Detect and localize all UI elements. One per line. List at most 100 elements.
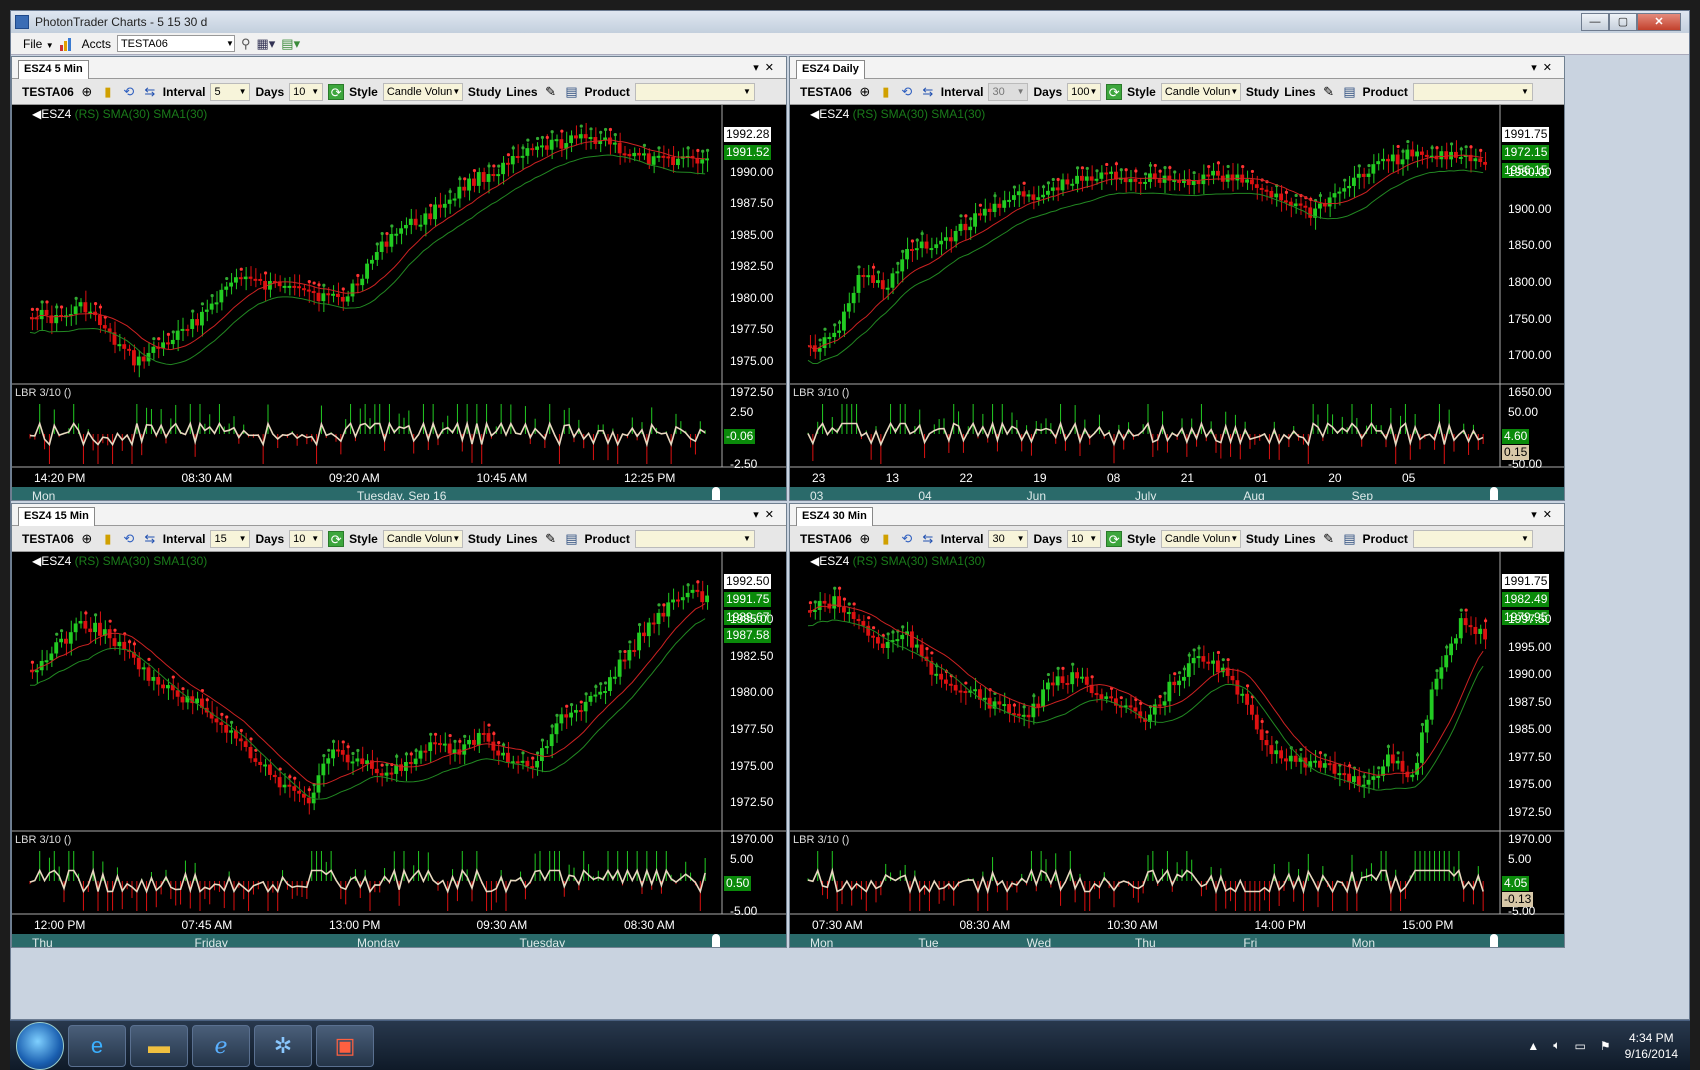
panel-account[interactable]: TESTA06 — [800, 85, 852, 99]
lines-menu[interactable]: Lines — [1284, 85, 1315, 99]
days-input[interactable]: 10 ▼ — [289, 82, 324, 101]
arrows-icon[interactable]: ⇆ — [142, 84, 158, 100]
chart-canvas[interactable] — [790, 552, 1565, 948]
panel-account[interactable]: TESTA06 — [22, 532, 74, 546]
search-icon[interactable]: ⚲ — [241, 36, 251, 52]
arrows-icon[interactable]: ⇆ — [920, 84, 936, 100]
days-input[interactable]: 10 ▼ — [1067, 529, 1102, 548]
panel-tab-controls[interactable]: ▾✕ — [753, 508, 780, 521]
app-gear-icon[interactable]: ✲ — [254, 1024, 312, 1067]
study-menu[interactable]: Study — [1246, 532, 1279, 546]
product-icon[interactable]: ▤ — [564, 531, 580, 547]
product-select[interactable]: ▼ — [634, 529, 755, 548]
panel-tab-controls[interactable]: ▾✕ — [753, 61, 780, 74]
sync-icon[interactable]: ⟲ — [899, 84, 915, 100]
scroll-handle[interactable] — [1490, 487, 1498, 500]
flag-icon[interactable]: ⚑ — [1600, 1039, 1611, 1053]
style-select[interactable]: Candle Volun ▼ — [382, 529, 463, 548]
account-select[interactable]: TESTA06 ▼ — [116, 35, 235, 52]
browser-icon[interactable]: ℯ — [192, 1024, 250, 1067]
bars-icon[interactable]: ▮ — [878, 84, 894, 100]
lines-menu[interactable]: Lines — [506, 532, 537, 546]
refresh-icon[interactable]: ⟳ — [1106, 83, 1123, 100]
product-select[interactable]: ▼ — [1412, 82, 1533, 101]
study-menu[interactable]: Study — [468, 532, 501, 546]
pencil-icon[interactable]: ✎ — [543, 84, 559, 100]
arrows-icon[interactable]: ⇆ — [920, 531, 936, 547]
file-menu[interactable]: File ▼ — [23, 37, 54, 51]
interval-input[interactable]: 15 ▼ — [210, 529, 251, 548]
days-input[interactable]: 100 ▼ — [1067, 82, 1102, 101]
interval-input[interactable]: 30 ▼ — [988, 82, 1029, 101]
sync-icon[interactable]: ⟲ — [899, 531, 915, 547]
chart-panel-4[interactable]: ESZ4 30 Min ▾✕ TESTA06 ⊕ ▮ ⟲ ⇆ Interval … — [789, 503, 1565, 948]
product-select[interactable]: ▼ — [634, 82, 755, 101]
interval-input[interactable]: 5 ▼ — [210, 82, 251, 101]
panel-tab-controls[interactable]: ▾✕ — [1531, 61, 1558, 74]
days-input[interactable]: 10 ▼ — [289, 529, 324, 548]
refresh-icon[interactable]: ⟳ — [328, 530, 345, 547]
pencil-icon[interactable]: ✎ — [543, 531, 559, 547]
maximize-button[interactable]: ▢ — [1609, 13, 1637, 31]
folder-icon[interactable]: ▬ — [130, 1024, 188, 1067]
scroll-handle[interactable] — [712, 934, 720, 947]
close-button[interactable]: ✕ — [1637, 13, 1681, 31]
style-select[interactable]: Candle Volun ▼ — [382, 82, 463, 101]
plot-area[interactable]: ◀ESZ4 (RS) SMA(30) SMA1(30) LBR 3/10 () 1… — [790, 105, 1565, 501]
product-select[interactable]: ▼ — [1412, 529, 1533, 548]
chart-canvas[interactable] — [12, 552, 787, 948]
chart-canvas[interactable] — [790, 105, 1565, 501]
chart-panel-3[interactable]: ESZ4 15 Min ▾✕ TESTA06 ⊕ ▮ ⟲ ⇆ Interval … — [11, 503, 787, 948]
refresh-icon[interactable]: ⟳ — [328, 83, 345, 100]
accounts-icon[interactable] — [59, 37, 76, 51]
study-menu[interactable]: Study — [468, 85, 501, 99]
date-scroller[interactable]: Mon Tue Wed Thu Fri Mon — [790, 934, 1564, 947]
panel-tab-controls[interactable]: ▾✕ — [1531, 508, 1558, 521]
pencil-icon[interactable]: ✎ — [1321, 84, 1337, 100]
product-icon[interactable]: ▤ — [1342, 84, 1358, 100]
title-bar[interactable]: PhotonTrader Charts - 5 15 30 d — ▢ ✕ — [11, 11, 1689, 33]
bars-icon[interactable]: ▮ — [100, 84, 116, 100]
sync-icon[interactable]: ⟲ — [121, 531, 137, 547]
minimize-button[interactable]: — — [1581, 13, 1609, 31]
scroll-handle[interactable] — [712, 487, 720, 500]
start-button[interactable] — [16, 1021, 64, 1070]
tray-arrow-icon[interactable]: ▲ — [1527, 1039, 1539, 1053]
interval-input[interactable]: 30 ▼ — [988, 529, 1029, 548]
clock[interactable]: 4:34 PM 9/16/2014 — [1625, 1030, 1678, 1062]
style-select[interactable]: Candle Volun ▼ — [1160, 529, 1241, 548]
refresh-icon[interactable]: ⟳ — [1106, 530, 1123, 547]
lines-menu[interactable]: Lines — [1284, 532, 1315, 546]
plot-area[interactable]: ◀ESZ4 (RS) SMA(30) SMA1(30) LBR 3/10 () 1… — [790, 552, 1565, 948]
arrows-icon[interactable]: ⇆ — [142, 531, 158, 547]
crosshair-icon[interactable]: ⊕ — [857, 84, 873, 100]
panel-account[interactable]: TESTA06 — [22, 85, 74, 99]
date-scroller[interactable]: Thu Friday Monday Tuesday — [12, 934, 786, 947]
chart-canvas[interactable] — [12, 105, 787, 501]
product-icon[interactable]: ▤ — [1342, 531, 1358, 547]
crosshair-icon[interactable]: ⊕ — [79, 531, 95, 547]
volume-icon[interactable]: 🔈︎ — [1553, 1038, 1560, 1053]
sync-icon[interactable]: ⟲ — [121, 84, 137, 100]
product-icon[interactable]: ▤ — [564, 84, 580, 100]
panel-account[interactable]: TESTA06 — [800, 532, 852, 546]
chart-panel-2[interactable]: ESZ4 Daily ▾✕ TESTA06 ⊕ ▮ ⟲ ⇆ Interval 3… — [789, 56, 1565, 501]
pencil-icon[interactable]: ✎ — [1321, 531, 1337, 547]
presentation-icon[interactable]: ▣ — [316, 1024, 374, 1067]
table-icon[interactable]: ▤▾ — [281, 36, 300, 52]
ie-icon[interactable]: e — [68, 1024, 126, 1067]
bars-icon[interactable]: ▮ — [878, 531, 894, 547]
panel-tab[interactable]: ESZ4 Daily — [796, 59, 865, 79]
date-scroller[interactable]: Mon Tuesday, Sep 16 — [12, 487, 786, 500]
grid-layout-icon[interactable]: ▦▾ — [256, 36, 275, 52]
network-icon[interactable]: ▭ — [1575, 1039, 1586, 1053]
panel-tab[interactable]: ESZ4 5 Min — [18, 59, 89, 79]
crosshair-icon[interactable]: ⊕ — [79, 84, 95, 100]
scroll-handle[interactable] — [1490, 934, 1498, 947]
lines-menu[interactable]: Lines — [506, 85, 537, 99]
chart-panel-1[interactable]: ESZ4 5 Min ▾✕ TESTA06 ⊕ ▮ ⟲ ⇆ Interval 5… — [11, 56, 787, 501]
plot-area[interactable]: ◀ESZ4 (RS) SMA(30) SMA1(30) LBR 3/10 () 1… — [12, 552, 787, 948]
bars-icon[interactable]: ▮ — [100, 531, 116, 547]
date-scroller[interactable]: 03 04 Jun July Aug Sep — [790, 487, 1564, 500]
plot-area[interactable]: ◀ESZ4 (RS) SMA(30) SMA1(30) LBR 3/10 () 1… — [12, 105, 787, 501]
